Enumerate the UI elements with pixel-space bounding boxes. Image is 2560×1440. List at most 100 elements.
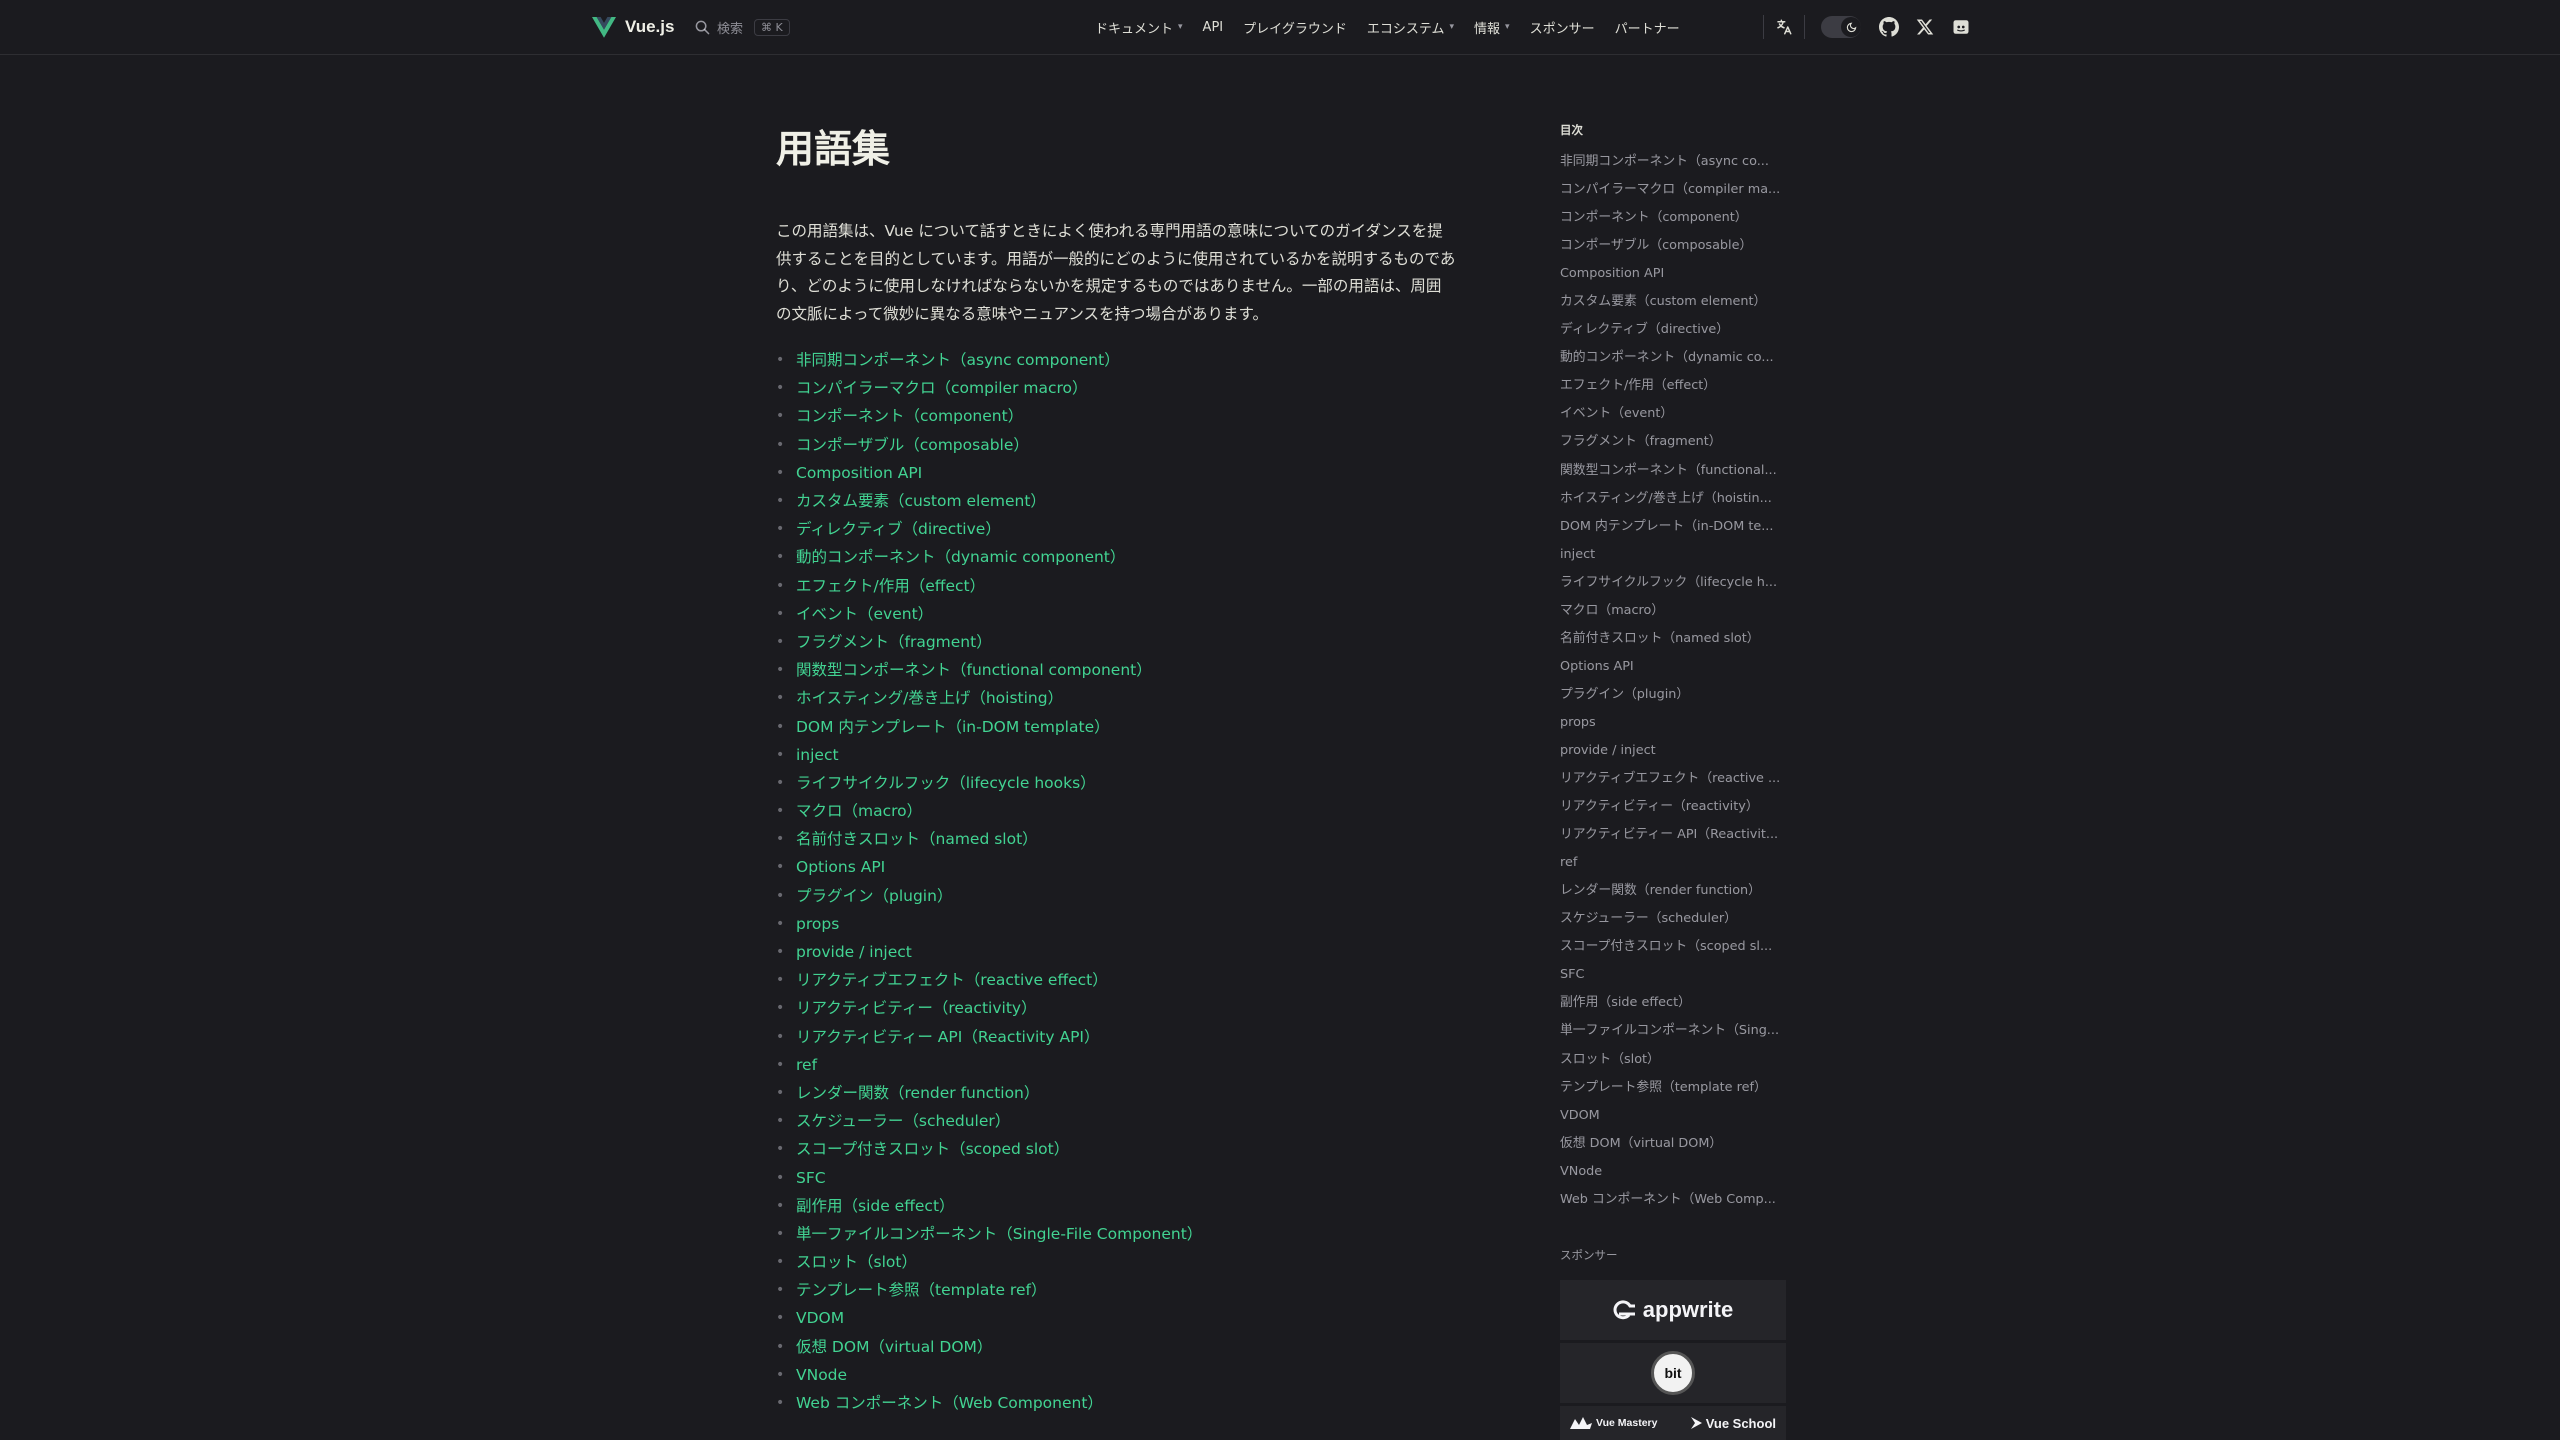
x-link[interactable]	[1913, 15, 1937, 39]
term-link[interactable]: エフェクト/作用（effect）	[796, 572, 985, 600]
translate-button[interactable]	[1772, 15, 1796, 39]
term-link[interactable]: ref	[796, 1051, 817, 1079]
term-link[interactable]: スコープ付きスロット（scoped slot）	[796, 1135, 1069, 1163]
toc-item[interactable]: 動的コンポーネント（dynamic co...	[1560, 344, 1786, 372]
toc-item[interactable]: フラグメント（fragment）	[1560, 428, 1786, 456]
search-shortcut: ⌘ K	[754, 18, 790, 36]
sponsor-vue-school[interactable]: Vue School	[1689, 1416, 1776, 1431]
term-link[interactable]: 動的コンポーネント（dynamic component）	[796, 543, 1125, 571]
term-link[interactable]: Composition API	[796, 459, 922, 487]
sponsor-appwrite[interactable]: appwrite	[1560, 1280, 1786, 1340]
toc-item[interactable]: レンダー関数（render function）	[1560, 877, 1786, 905]
term-link[interactable]: 非同期コンポーネント（async component）	[796, 346, 1120, 374]
toc-item[interactable]: スロット（slot）	[1560, 1046, 1786, 1074]
term-link[interactable]: リアクティビティー API（Reactivity API）	[796, 1023, 1100, 1051]
term-link[interactable]: ディレクティブ（directive）	[796, 515, 1001, 543]
term-link[interactable]: リアクティビティー（reactivity）	[796, 994, 1037, 1022]
term-link[interactable]: 仮想 DOM（virtual DOM）	[796, 1333, 992, 1361]
search-button[interactable]: 検索 ⌘ K	[695, 15, 790, 39]
menu-api[interactable]: API	[1203, 20, 1224, 35]
term-link[interactable]: リアクティブエフェクト（reactive effect）	[796, 966, 1108, 994]
term-link[interactable]: provide / inject	[796, 938, 912, 966]
term-link[interactable]: コンポーネント（component）	[796, 402, 1023, 430]
toc-item[interactable]: DOM 内テンプレート（in-DOM te...	[1560, 513, 1786, 541]
main-menu: ドキュメント ▾ API プレイグラウンド エコシステム ▾ 情報 ▾ スポンサー パ…	[1095, 0, 1700, 54]
toc-item[interactable]: Options API	[1560, 653, 1786, 681]
term-link[interactable]: スケジューラー（scheduler）	[796, 1107, 1010, 1135]
home-link[interactable]: Vue.js	[592, 15, 674, 39]
toc-item[interactable]: SFC	[1560, 961, 1786, 989]
github-link[interactable]	[1877, 15, 1901, 39]
list-item: • スコープ付きスロット（scoped slot）	[776, 1135, 1202, 1163]
toc-item[interactable]: 副作用（side effect）	[1560, 989, 1786, 1017]
toc-item[interactable]: エフェクト/作用（effect）	[1560, 372, 1786, 400]
toc-item[interactable]: リアクティビティー（reactivity）	[1560, 793, 1786, 821]
term-link[interactable]: DOM 内テンプレート（in-DOM template）	[796, 713, 1110, 741]
menu-label: 情報	[1474, 21, 1501, 37]
toc-item[interactable]: VNode	[1560, 1158, 1786, 1186]
toc-item[interactable]: リアクティブエフェクト（reactive ...	[1560, 765, 1786, 793]
term-link[interactable]: SFC	[796, 1164, 826, 1192]
term-link[interactable]: 単一ファイルコンポーネント（Single-File Component）	[796, 1220, 1202, 1248]
toc-item[interactable]: ディレクティブ（directive）	[1560, 316, 1786, 344]
toc-item[interactable]: VDOM	[1560, 1102, 1786, 1130]
toc-item[interactable]: リアクティビティー API（Reactivit...	[1560, 821, 1786, 849]
toc-item[interactable]: スケジューラー（scheduler）	[1560, 905, 1786, 933]
term-link[interactable]: カスタム要素（custom element）	[796, 487, 1046, 515]
term-link[interactable]: スロット（slot）	[796, 1248, 917, 1276]
menu-playground[interactable]: プレイグラウンド	[1243, 18, 1347, 37]
term-link[interactable]: マクロ（macro）	[796, 797, 922, 825]
term-link[interactable]: Web コンポーネント（Web Component）	[796, 1389, 1103, 1417]
discord-link[interactable]	[1949, 15, 1973, 39]
term-link[interactable]: ライフサイクルフック（lifecycle hooks）	[796, 769, 1096, 797]
toc-item[interactable]: 名前付きスロット（named slot）	[1560, 625, 1786, 653]
term-link[interactable]: プラグイン（plugin）	[796, 882, 952, 910]
toc-item[interactable]: プラグイン（plugin）	[1560, 681, 1786, 709]
term-link[interactable]: コンパイラーマクロ（compiler macro）	[796, 374, 1088, 402]
menu-sponsor[interactable]: スポンサー	[1530, 18, 1595, 37]
term-link[interactable]: VNode	[796, 1361, 847, 1389]
term-link[interactable]: Options API	[796, 853, 885, 881]
toc-item[interactable]: コンポーザブル（composable）	[1560, 232, 1786, 260]
term-link[interactable]: inject	[796, 741, 839, 769]
toc-item[interactable]: ref	[1560, 849, 1786, 877]
toc-item[interactable]: 非同期コンポーネント（async co...	[1560, 148, 1786, 176]
sponsor-bit[interactable]: bit	[1560, 1343, 1786, 1403]
menu-label: ドキュメント	[1095, 21, 1174, 37]
menu-partners[interactable]: パートナー	[1615, 18, 1680, 37]
toc-item[interactable]: テンプレート参照（template ref）	[1560, 1074, 1786, 1102]
theme-toggle[interactable]	[1821, 16, 1861, 38]
term-link[interactable]: VDOM	[796, 1304, 844, 1332]
term-link[interactable]: レンダー関数（render function）	[796, 1079, 1039, 1107]
toc-item[interactable]: Web コンポーネント（Web Comp...	[1560, 1186, 1786, 1214]
term-link[interactable]: コンポーザブル（composable）	[796, 431, 1029, 459]
sponsor-vue-mastery[interactable]: Vue Mastery	[1570, 1417, 1657, 1429]
toc-item[interactable]: マクロ（macro）	[1560, 597, 1786, 625]
toc-item[interactable]: Composition API	[1560, 260, 1786, 288]
term-link[interactable]: ホイスティング/巻き上げ（hoisting）	[796, 684, 1063, 712]
menu-about[interactable]: 情報 ▾	[1474, 18, 1510, 37]
toc-item[interactable]: イベント（event）	[1560, 400, 1786, 428]
term-link[interactable]: 副作用（side effect）	[796, 1192, 955, 1220]
menu-docs[interactable]: ドキュメント ▾	[1095, 18, 1183, 37]
toc-item[interactable]: コンパイラーマクロ（compiler ma...	[1560, 176, 1786, 204]
toc-item[interactable]: 単一ファイルコンポーネント（Sing...	[1560, 1017, 1786, 1045]
toc-item[interactable]: 関数型コンポーネント（functional...	[1560, 457, 1786, 485]
term-link[interactable]: 名前付きスロット（named slot）	[796, 825, 1038, 853]
bullet-icon: •	[776, 746, 785, 763]
toc-item[interactable]: ライフサイクルフック（lifecycle h...	[1560, 569, 1786, 597]
toc-item[interactable]: 仮想 DOM（virtual DOM）	[1560, 1130, 1786, 1158]
toc-item[interactable]: カスタム要素（custom element）	[1560, 288, 1786, 316]
term-link[interactable]: フラグメント（fragment）	[796, 628, 992, 656]
term-link[interactable]: props	[796, 910, 839, 938]
term-link[interactable]: イベント（event）	[796, 600, 933, 628]
menu-ecosystem[interactable]: エコシステム ▾	[1367, 18, 1454, 37]
toc-item[interactable]: props	[1560, 709, 1786, 737]
term-link[interactable]: テンプレート参照（template ref）	[796, 1276, 1046, 1304]
term-link[interactable]: 関数型コンポーネント（functional component）	[796, 656, 1152, 684]
toc-item[interactable]: スコープ付きスロット（scoped sl...	[1560, 933, 1786, 961]
toc-item[interactable]: ホイスティング/巻き上げ（hoistin...	[1560, 485, 1786, 513]
toc-item[interactable]: provide / inject	[1560, 737, 1786, 765]
toc-item[interactable]: inject	[1560, 541, 1786, 569]
toc-item[interactable]: コンポーネント（component）	[1560, 204, 1786, 232]
